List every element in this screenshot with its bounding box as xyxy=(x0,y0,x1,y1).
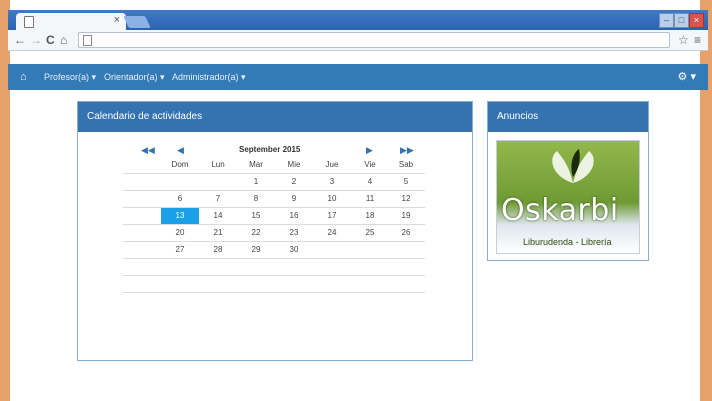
weekday-row: Dom Lun Mar Mie Jue Vie Sab xyxy=(123,157,425,173)
calendar-day[interactable]: 10 xyxy=(313,191,351,207)
close-tab-icon[interactable]: × xyxy=(114,14,120,26)
forward-icon[interactable]: → xyxy=(30,33,42,47)
menu-profesor[interactable]: Profesor(a) ▾ xyxy=(44,72,96,83)
ads-panel-title: Anuncios xyxy=(488,102,648,132)
calendar-day xyxy=(199,174,237,190)
calendar-empty-row xyxy=(123,258,425,275)
next-month-icon[interactable]: ▶ xyxy=(366,143,373,157)
new-tab-button[interactable] xyxy=(123,16,151,28)
address-bar[interactable] xyxy=(78,32,670,48)
back-icon[interactable]: ← xyxy=(14,33,26,47)
weekday-label: Jue xyxy=(325,160,339,169)
calendar-day[interactable]: 11 xyxy=(351,191,389,207)
calendar-day[interactable]: 22 xyxy=(237,225,275,241)
browser-chrome: × – □ × ← → C ⌂ ☆ ≡ xyxy=(8,10,708,51)
calendar-day[interactable]: 25 xyxy=(351,225,389,241)
weekday-label: Lun xyxy=(211,160,225,169)
weekday-label: Mie xyxy=(287,160,301,169)
calendar-day[interactable]: 29 xyxy=(237,242,275,258)
calendar-widget: ◀◀ ◀ September 2015 ▶ ▶▶ Dom Lun Mar Mie… xyxy=(123,143,425,293)
calendar-header: ◀◀ ◀ September 2015 ▶ ▶▶ xyxy=(123,143,425,157)
calendar-week-row: 12345 xyxy=(123,173,425,190)
calendar-day[interactable]: 9 xyxy=(275,191,313,207)
month-label[interactable]: September 2015 xyxy=(239,143,300,157)
calendar-week-row: 20 21 22 23 24 25 26 xyxy=(123,224,425,241)
logo-brand-text: Oskarbi xyxy=(501,193,619,228)
calendar-day[interactable]: 23 xyxy=(275,225,313,241)
calendar-panel-title: Calendario de actividades xyxy=(78,102,472,132)
maximize-button[interactable]: □ xyxy=(674,13,689,28)
calendar-day[interactable]: 4 xyxy=(351,174,389,190)
calendar-day[interactable]: 5 xyxy=(387,174,425,190)
calendar-day[interactable]: 1 xyxy=(237,174,275,190)
calendar-day-today[interactable]: 13 xyxy=(161,208,199,224)
menu-administrador[interactable]: Administrador(a) ▾ xyxy=(172,72,246,83)
calendar-week-row: 27 28 29 30 xyxy=(123,241,425,258)
calendar-day[interactable]: 6 xyxy=(161,191,199,207)
minimize-button[interactable]: – xyxy=(659,13,674,28)
home-button-icon[interactable]: ⌂ xyxy=(60,33,67,47)
calendar-day[interactable]: 30 xyxy=(275,242,313,258)
calendar-day[interactable]: 27 xyxy=(161,242,199,258)
weekday-label: Sab xyxy=(398,160,414,169)
calendar-day[interactable]: 21 xyxy=(199,225,237,241)
calendar-bottom-rule xyxy=(123,292,425,293)
flower-icon xyxy=(552,149,594,183)
bookmark-star-icon[interactable]: ☆ xyxy=(678,33,689,47)
close-window-button[interactable]: × xyxy=(689,13,704,28)
calendar-day[interactable]: 20 xyxy=(161,225,199,241)
calendar-day xyxy=(313,242,351,258)
calendar-day[interactable]: 17 xyxy=(313,208,351,224)
calendar-week-row: 6 7 8 9 10 11 12 xyxy=(123,190,425,207)
menu-orientador[interactable]: Orientador(a) ▾ xyxy=(104,72,165,83)
calendar-day[interactable]: 16 xyxy=(275,208,313,224)
calendar-day[interactable]: 15 xyxy=(237,208,275,224)
calendar-day[interactable]: 24 xyxy=(313,225,351,241)
oskarbi-logo[interactable]: Oskarbi Liburudenda - Librería xyxy=(496,140,640,254)
weekday-label: Vie xyxy=(364,160,376,169)
page-icon xyxy=(83,35,92,46)
page-icon xyxy=(24,16,34,28)
calendar-day[interactable]: 26 xyxy=(387,225,425,241)
home-icon[interactable]: ⌂ xyxy=(20,71,27,83)
browser-menu-icon[interactable]: ≡ xyxy=(694,33,701,47)
weekday-label: Mar xyxy=(249,160,263,169)
calendar-day xyxy=(351,242,389,258)
calendar-day xyxy=(161,174,199,190)
reload-icon[interactable]: C xyxy=(46,33,55,47)
calendar-day[interactable]: 3 xyxy=(313,174,351,190)
calendar-day[interactable]: 12 xyxy=(387,191,425,207)
prev-month-icon[interactable]: ◀ xyxy=(177,143,184,157)
calendar-day xyxy=(387,242,425,258)
app-navbar: ⌂ Profesor(a) ▾ Orientador(a) ▾ Administ… xyxy=(8,64,708,90)
calendar-day[interactable]: 18 xyxy=(351,208,389,224)
calendar-day[interactable]: 19 xyxy=(387,208,425,224)
prev-year-icon[interactable]: ◀◀ xyxy=(141,143,155,157)
settings-gear-icon[interactable]: ⚙ ▾ xyxy=(678,70,696,83)
calendar-day[interactable]: 28 xyxy=(199,242,237,258)
next-year-icon[interactable]: ▶▶ xyxy=(400,143,414,157)
calendar-day[interactable]: 7 xyxy=(199,191,237,207)
calendar-empty-row xyxy=(123,275,425,292)
calendar-day[interactable]: 14 xyxy=(199,208,237,224)
calendar-week-row: 13 14 15 16 17 18 19 xyxy=(123,207,425,224)
tab-strip: × – □ × xyxy=(8,10,708,30)
toolbar: ← → C ⌂ ☆ ≡ xyxy=(8,30,708,50)
logo-subtitle: Liburudenda - Librería xyxy=(523,237,612,247)
browser-tab[interactable]: × xyxy=(16,13,126,30)
weekday-label: Dom xyxy=(171,160,189,169)
calendar-day[interactable]: 8 xyxy=(237,191,275,207)
calendar-day[interactable]: 2 xyxy=(275,174,313,190)
